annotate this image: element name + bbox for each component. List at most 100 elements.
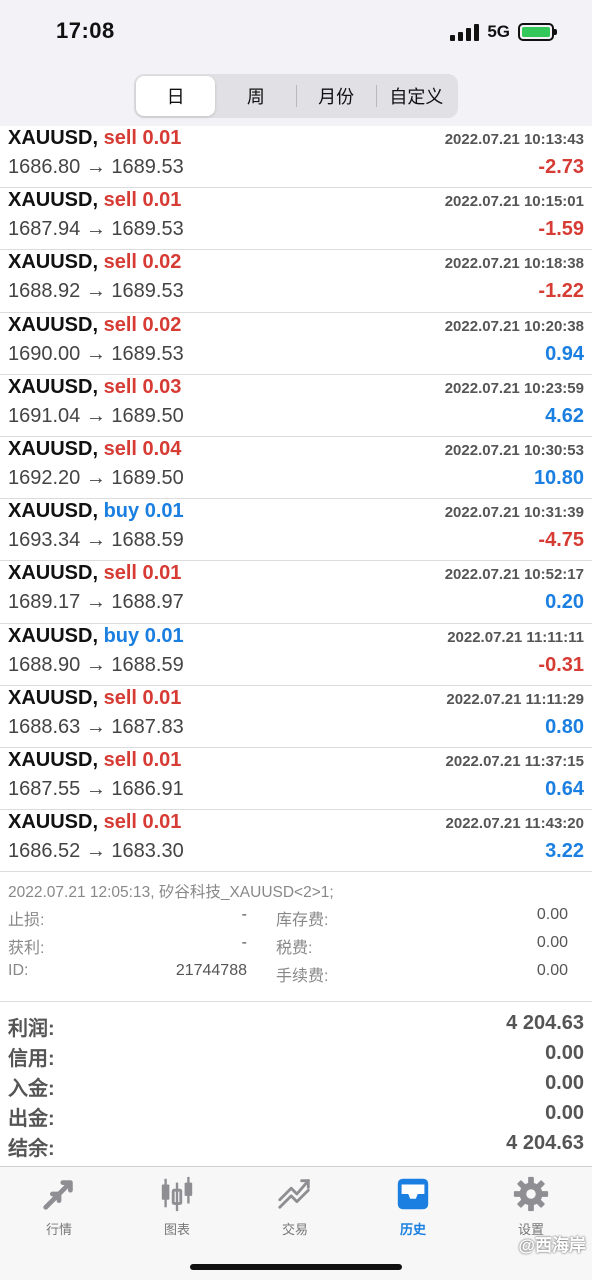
trade-side: sell — [103, 189, 137, 212]
credit-value: 0.00 — [545, 1042, 584, 1065]
order-detail[interactable]: 2022.07.21 12:05:13, 矽谷科技_XAUUSD<2>1; 止损… — [0, 872, 592, 1003]
trade-title: XAUUSD, buy 0.01 — [8, 625, 184, 648]
trade-side: sell — [103, 748, 137, 771]
period-tab-custom[interactable]: 自定义 — [377, 76, 456, 116]
trade-profit: 0.64 — [545, 777, 584, 800]
trade-row[interactable]: XAUUSD, sell 0.01 2022.07.21 11:37:15 1687… — [0, 748, 592, 811]
trade-row[interactable]: XAUUSD, sell 0.01 2022.07.21 10:52:17 1689… — [0, 561, 592, 624]
trade-row[interactable]: XAUUSD, buy 0.01 2022.07.21 11:11:11 1688.… — [0, 624, 592, 686]
trade-volume: 0.01 — [144, 624, 184, 647]
trade-trend-icon — [278, 1179, 310, 1209]
trade-side: buy — [103, 624, 140, 647]
tab-quotes[interactable]: 行情 — [0, 1175, 118, 1238]
trade-side: sell — [103, 313, 137, 336]
trade-volume: 0.01 — [142, 811, 182, 834]
tab-history[interactable]: 历史 — [354, 1175, 472, 1238]
trade-symbol: XAUUSD, — [8, 686, 99, 709]
trade-title: XAUUSD, sell 0.02 — [8, 251, 181, 274]
trade-title: XAUUSD, sell 0.01 — [8, 749, 181, 772]
trade-title: XAUUSD, sell 0.02 — [8, 314, 181, 337]
trade-title: XAUUSD, sell 0.01 — [8, 562, 181, 585]
trade-profit: -2.73 — [538, 156, 584, 178]
tab-chart[interactable]: 图表 — [118, 1175, 236, 1238]
trade-prices: 1688.90 → 1688.59 — [8, 653, 184, 676]
trade-row[interactable]: XAUUSD, sell 0.02 2022.07.21 10:20:38 1690… — [0, 313, 592, 375]
stop-loss-value: - — [241, 906, 247, 924]
trade-history-list: XAUUSD, sell 0.01 2022.07.21 10:13:43 1686… — [0, 126, 592, 873]
trade-prices: 1686.52 → 1683.30 — [8, 840, 184, 863]
trade-profit: -1.59 — [538, 218, 584, 241]
tab-quotes-label: 行情 — [45, 1222, 72, 1237]
trade-profit: -1.22 — [538, 280, 584, 303]
trade-side: sell — [103, 127, 137, 149]
trade-symbol: XAUUSD, — [8, 811, 99, 834]
trade-prices: 1692.20 → 1689.50 — [8, 466, 184, 489]
trade-title: XAUUSD, sell 0.04 — [8, 438, 181, 461]
trade-profit: 0.94 — [545, 342, 584, 365]
trade-time: 2022.07.21 10:31:39 — [444, 504, 584, 522]
candlestick-chart-icon — [161, 1176, 193, 1212]
taxes-value: 0.00 — [536, 934, 568, 952]
watermark: @西海岸 — [518, 1236, 586, 1255]
trade-prices: 1688.63 → 1687.83 — [8, 715, 184, 738]
trade-title: XAUUSD, sell 0.01 — [8, 811, 181, 834]
id-label: ID: — [8, 962, 29, 980]
id-value: 21744788 — [175, 962, 247, 980]
deposit-value: 0.00 — [545, 1072, 584, 1095]
period-segmented-control: 日 周 月份 自定义 — [134, 74, 458, 118]
tab-settings[interactable]: 设置 — [472, 1175, 590, 1238]
trade-row[interactable]: XAUUSD, sell 0.03 2022.07.21 10:23:59 1691… — [0, 375, 592, 437]
trade-time: 2022.07.21 10:23:59 — [444, 379, 584, 397]
trade-row[interactable]: XAUUSD, sell 0.01 2022.07.21 10:15:01 1687… — [0, 188, 592, 251]
trade-side: sell — [103, 251, 137, 274]
trade-prices: 1690.00 → 1689.53 — [8, 342, 184, 365]
trade-prices: 1693.34 → 1688.59 — [8, 529, 184, 552]
trade-side: sell — [103, 437, 137, 460]
period-tab-month[interactable]: 月份 — [297, 76, 376, 116]
summary-row-credit: 信用: 0.00 — [8, 1042, 584, 1072]
trade-row[interactable]: XAUUSD, sell 0.01 2022.07.21 11:11:29 1688… — [0, 686, 592, 748]
period-tab-week[interactable]: 周 — [216, 76, 295, 116]
trade-prices: 1687.55 → 1686.91 — [8, 777, 184, 800]
status-time: 17:08 — [56, 18, 115, 43]
swap-value: 0.00 — [536, 906, 568, 924]
tab-trade[interactable]: 交易 — [236, 1175, 354, 1238]
trade-time: 2022.07.21 10:20:38 — [444, 317, 584, 335]
trade-symbol: XAUUSD, — [8, 624, 99, 647]
trade-time: 2022.07.21 10:13:43 — [444, 131, 584, 148]
trade-symbol: XAUUSD, — [8, 127, 99, 149]
network-type: 5G — [487, 22, 510, 41]
home-indicator[interactable] — [190, 1264, 402, 1270]
trade-time: 2022.07.21 11:11:11 — [447, 628, 584, 646]
trade-row[interactable]: XAUUSD, sell 0.01 2022.07.21 10:13:43 1686… — [0, 126, 592, 189]
trade-row[interactable]: XAUUSD, sell 0.04 2022.07.21 10:30:53 1692… — [0, 437, 592, 500]
battery-charging-icon — [518, 23, 557, 41]
trade-prices: 1691.04 → 1689.50 — [8, 404, 184, 427]
swap-label: 库存费: — [276, 912, 329, 930]
period-tab-day[interactable]: 日 — [136, 76, 216, 116]
trade-symbol: XAUUSD, — [8, 500, 99, 523]
trade-title: XAUUSD, sell 0.01 — [8, 189, 181, 212]
commission-label: 手续费: — [276, 968, 329, 986]
profit-value: 4 204.63 — [506, 1012, 584, 1035]
summary-row-profit: 利润: 4 204.63 — [8, 1012, 584, 1042]
trade-volume: 0.01 — [142, 748, 182, 771]
trade-title: XAUUSD, buy 0.01 — [8, 500, 184, 523]
summary-row-withdrawal: 出金: 0.00 — [8, 1102, 584, 1132]
detail-row: 获利: - 税费: 0.00 — [8, 934, 568, 962]
trade-symbol: XAUUSD, — [8, 437, 99, 460]
withdrawal-value: 0.00 — [545, 1102, 584, 1125]
take-profit-label: 获利: — [8, 940, 45, 958]
trade-profit: 0.20 — [545, 591, 584, 614]
trade-side: sell — [103, 375, 137, 398]
deposit-label: 入金: — [8, 1078, 55, 1101]
trade-title: XAUUSD, sell 0.01 — [8, 127, 181, 150]
trade-row[interactable]: XAUUSD, buy 0.01 2022.07.21 10:31:39 1693.… — [0, 499, 592, 562]
trade-time: 2022.07.21 10:15:01 — [444, 193, 584, 211]
trade-volume: 0.01 — [142, 127, 182, 149]
trade-profit: 3.22 — [545, 840, 584, 863]
trade-row[interactable]: XAUUSD, sell 0.01 2022.07.21 11:43:20 1686… — [0, 810, 592, 873]
bottom-tab-bar: 行情 图表 交易 历史 设置 @西海岸 — [0, 1166, 592, 1280]
trade-time: 2022.07.21 10:52:17 — [444, 566, 584, 584]
trade-row[interactable]: XAUUSD, sell 0.02 2022.07.21 10:18:38 1688… — [0, 250, 592, 313]
